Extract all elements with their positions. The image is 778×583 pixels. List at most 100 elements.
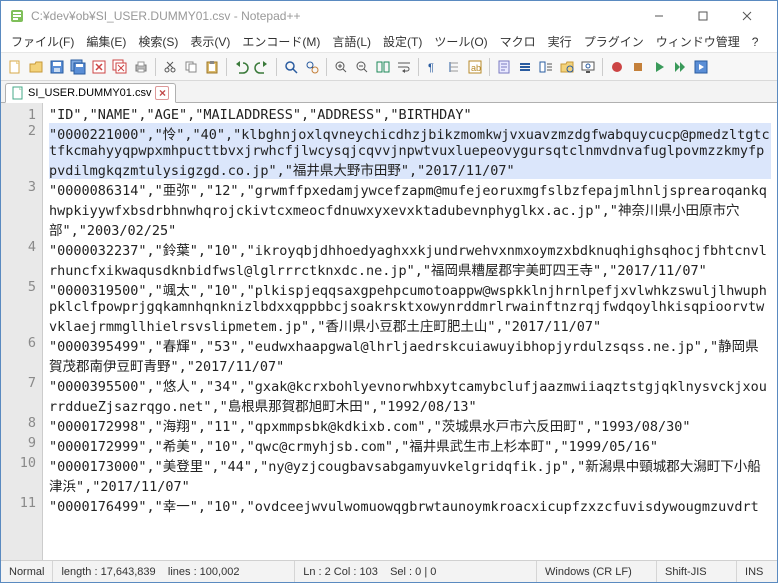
tabbar: SI_USER.DUMMY01.csv × <box>1 81 777 103</box>
menu-language[interactable]: 言語(L) <box>328 31 375 52</box>
zoom-out-icon[interactable] <box>352 57 372 77</box>
code-line[interactable]: "0000319500","颯太","10","plkispjeqqsaxgpe… <box>49 279 771 335</box>
menu-macro[interactable]: マクロ <box>496 31 540 52</box>
play-macro-icon[interactable] <box>649 57 669 77</box>
doc-map-icon[interactable] <box>494 57 514 77</box>
menu-plugins[interactable]: プラグイン <box>580 31 648 52</box>
code-line[interactable]: "0000086314","亜弥","12","grwmffpxedamjywc… <box>49 179 771 239</box>
status-length-lines: length : 17,643,839 lines : 100,002 <box>53 561 295 582</box>
menu-encoding[interactable]: エンコード(M) <box>238 31 324 52</box>
folder-workspace-icon[interactable] <box>557 57 577 77</box>
line-number: 4 <box>3 239 36 279</box>
paste-icon[interactable] <box>202 57 222 77</box>
line-number: 7 <box>3 375 36 415</box>
toolbar-separator <box>489 58 490 76</box>
redo-icon[interactable] <box>252 57 272 77</box>
line-number: 8 <box>3 415 36 435</box>
toolbar-separator <box>418 58 419 76</box>
menu-run[interactable]: 実行 <box>544 31 576 52</box>
status-eol[interactable]: Windows (CR LF) <box>537 561 657 582</box>
stop-macro-icon[interactable] <box>628 57 648 77</box>
code-area[interactable]: "ID","NAME","AGE","MAILADDRESS","ADDRESS… <box>43 103 777 560</box>
sync-scroll-icon[interactable] <box>373 57 393 77</box>
lang-icon[interactable]: ab <box>465 57 485 77</box>
status-mode: Normal <box>1 561 53 582</box>
statusbar: Normal length : 17,643,839 lines : 100,0… <box>1 560 777 582</box>
tab-file[interactable]: SI_USER.DUMMY01.csv × <box>5 83 176 103</box>
menu-help[interactable]: ? <box>748 33 763 51</box>
close-file-icon[interactable] <box>89 57 109 77</box>
editor[interactable]: 1234567891011 "ID","NAME","AGE","MAILADD… <box>1 103 777 560</box>
code-line[interactable]: "0000395499","春輝","53","eudwxhaapgwal@lh… <box>49 335 771 375</box>
wrap-icon[interactable] <box>394 57 414 77</box>
toolbar-separator <box>326 58 327 76</box>
find-icon[interactable] <box>281 57 301 77</box>
show-all-chars-icon[interactable]: ¶ <box>423 57 443 77</box>
minimize-button[interactable] <box>637 2 681 30</box>
line-number: 6 <box>3 335 36 375</box>
document-icon <box>12 86 24 100</box>
menu-tools[interactable]: ツール(O) <box>430 31 491 52</box>
open-file-icon[interactable] <box>26 57 46 77</box>
toolbar-separator <box>155 58 156 76</box>
play-multi-icon[interactable] <box>670 57 690 77</box>
svg-text:¶: ¶ <box>428 62 434 74</box>
svg-text:ab: ab <box>471 63 481 73</box>
copy-icon[interactable] <box>181 57 201 77</box>
code-line[interactable]: "0000176499","幸一","10","ovdceejwvulwomuo… <box>49 495 771 515</box>
replace-icon[interactable] <box>302 57 322 77</box>
line-number: 1 <box>3 107 36 123</box>
indent-guide-icon[interactable] <box>444 57 464 77</box>
doc-list-icon[interactable] <box>515 57 535 77</box>
app-icon <box>9 8 25 24</box>
maximize-button[interactable] <box>681 2 725 30</box>
status-cursor: Ln : 2 Col : 103 Sel : 0 | 0 <box>295 561 537 582</box>
close-all-icon[interactable] <box>110 57 130 77</box>
line-number: 5 <box>3 279 36 335</box>
code-line[interactable]: "0000173000","美登里","44","ny@yzjcougbavsa… <box>49 455 771 495</box>
line-number: 9 <box>3 435 36 455</box>
toolbar-separator <box>602 58 603 76</box>
function-list-icon[interactable] <box>536 57 556 77</box>
menu-edit[interactable]: 編集(E) <box>82 31 130 52</box>
menubar: ファイル(F) 編集(E) 検索(S) 表示(V) エンコード(M) 言語(L)… <box>1 31 777 53</box>
code-line[interactable]: "ID","NAME","AGE","MAILADDRESS","ADDRESS… <box>49 107 771 123</box>
cut-icon[interactable] <box>160 57 180 77</box>
menu-window[interactable]: ウィンドウ管理 <box>652 31 744 52</box>
status-sel: Sel : 0 | 0 <box>390 566 436 578</box>
line-number: 10 <box>3 455 36 495</box>
menu-file[interactable]: ファイル(F) <box>7 31 78 52</box>
code-line[interactable]: "0000221000","怜","40","klbghnjoxlqvneych… <box>49 123 771 179</box>
toolbar: ¶ ab <box>1 53 777 81</box>
toolbar-separator <box>276 58 277 76</box>
status-lines: lines : 100,002 <box>168 566 240 578</box>
save-macro-icon[interactable] <box>691 57 711 77</box>
close-button[interactable] <box>725 2 769 30</box>
tab-label: SI_USER.DUMMY01.csv <box>28 87 151 99</box>
new-file-icon[interactable] <box>5 57 25 77</box>
menu-settings[interactable]: 設定(T) <box>379 31 426 52</box>
line-number-gutter: 1234567891011 <box>1 103 43 560</box>
monitor-icon[interactable] <box>578 57 598 77</box>
code-line[interactable]: "0000395500","悠人","34","gxak@kcrxbohlyev… <box>49 375 771 415</box>
code-line[interactable]: "0000172999","希美","10","qwc@crmyhjsb.com… <box>49 435 771 455</box>
menu-search[interactable]: 検索(S) <box>134 31 182 52</box>
print-icon[interactable] <box>131 57 151 77</box>
menu-view[interactable]: 表示(V) <box>186 31 234 52</box>
status-encoding[interactable]: Shift-JIS <box>657 561 737 582</box>
tab-close-icon[interactable]: × <box>155 86 169 100</box>
undo-icon[interactable] <box>231 57 251 77</box>
window-title: C:¥dev¥ob¥SI_USER.DUMMY01.csv - Notepad+… <box>31 9 637 23</box>
save-icon[interactable] <box>47 57 67 77</box>
record-macro-icon[interactable] <box>607 57 627 77</box>
toolbar-separator <box>226 58 227 76</box>
zoom-in-icon[interactable] <box>331 57 351 77</box>
status-ovr[interactable]: INS <box>737 561 777 582</box>
status-ln-col: Ln : 2 Col : 103 <box>303 566 378 578</box>
save-all-icon[interactable] <box>68 57 88 77</box>
line-number: 11 <box>3 495 36 515</box>
status-length: length : 17,643,839 <box>61 566 155 578</box>
code-line[interactable]: "0000032237","鈴葉","10","ikroyqbjdhhoedya… <box>49 239 771 279</box>
line-number: 3 <box>3 179 36 239</box>
code-line[interactable]: "0000172998","海翔","11","qpxmmpsbk@kdkixb… <box>49 415 771 435</box>
